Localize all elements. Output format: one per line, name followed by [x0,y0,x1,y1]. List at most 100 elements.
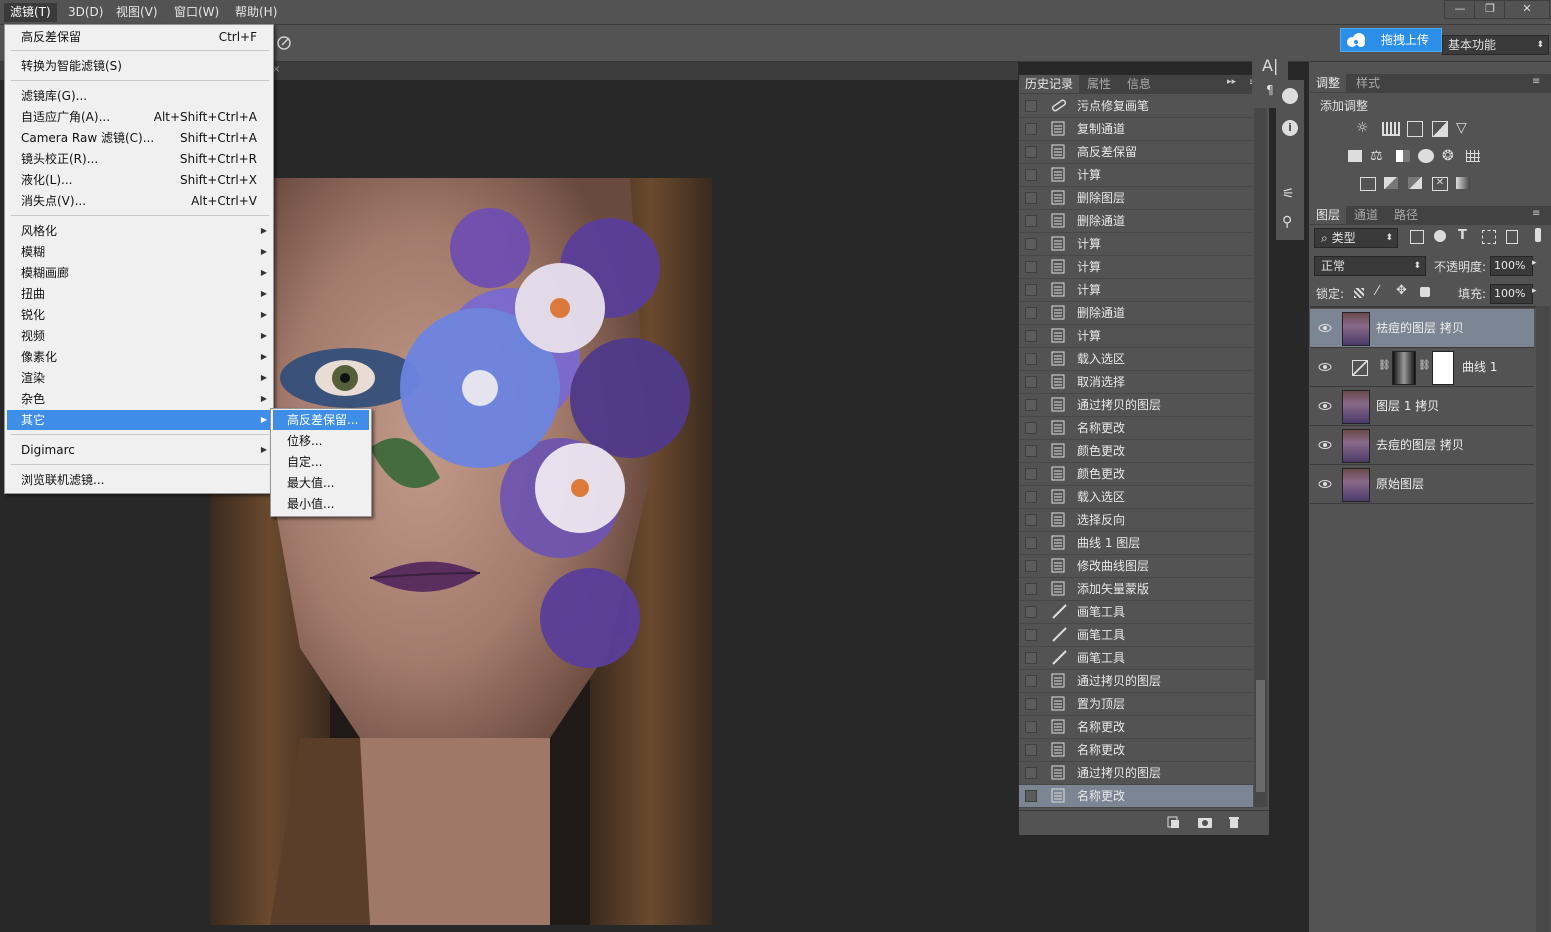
menu-filter[interactable]: 滤镜(T) [4,3,57,22]
levels-icon[interactable] [1382,122,1400,136]
layers-scrollbar[interactable] [1536,306,1550,932]
history-item[interactable]: 通过拷贝的图层 [1019,394,1253,417]
snapshot-source-checkbox[interactable] [1025,629,1037,641]
eye-icon[interactable] [1318,399,1332,413]
camera-icon[interactable] [1197,815,1213,829]
workspace-select[interactable]: 基本功能 ⬍ [1442,35,1549,55]
menu-item-lens-correction[interactable]: 镜头校正(R)... Shift+Ctrl+R [7,149,271,169]
minimize-button[interactable]: — [1444,0,1476,19]
hue-saturation-icon[interactable] [1348,150,1362,162]
collapse-icon[interactable]: ▸▸ [1227,77,1236,87]
tab-adjustments[interactable]: 调整 [1310,74,1347,92]
invert-icon[interactable] [1360,177,1376,191]
menu-item-liquify[interactable]: 液化(L)... Shift+Ctrl+X [7,170,271,190]
upload-button[interactable]: 拖拽上传 [1340,28,1442,52]
menu-item-camera-raw[interactable]: Camera Raw 滤镜(C)... Shift+Ctrl+A [7,128,271,148]
swatches-icon[interactable] [1282,88,1298,104]
menu-item-digimarc[interactable]: Digimarc ▶ [7,440,271,460]
menu-item-last-filter[interactable]: 高反差保留 Ctrl+F [7,27,271,47]
history-item[interactable]: 计算 [1019,325,1253,348]
gradient-map-icon[interactable] [1456,177,1470,189]
snapshot-source-checkbox[interactable] [1025,468,1037,480]
brush-tool-icon[interactable] [276,35,292,51]
tab-paths[interactable]: 路径 [1388,206,1424,224]
color-lookup-icon[interactable] [1466,150,1480,162]
history-item[interactable]: 名称更改 [1019,739,1253,762]
filter-shape-icon[interactable] [1482,230,1496,244]
menu-item-filter-gallery[interactable]: 滤镜库(G)... [7,86,271,106]
history-item[interactable]: 画笔工具 [1019,601,1253,624]
history-item[interactable]: 复制通道 [1019,118,1253,141]
layer-mask-thumbnail[interactable] [1392,351,1416,385]
curves-icon[interactable] [1407,121,1423,137]
history-item[interactable]: 删除通道 [1019,302,1253,325]
snapshot-source-checkbox[interactable] [1025,100,1037,112]
snapshot-source-checkbox[interactable] [1025,445,1037,457]
history-item[interactable]: 计算 [1019,256,1253,279]
panel-menu-icon[interactable]: ≡ [1532,76,1540,87]
history-item[interactable]: 颜色更改 [1019,440,1253,463]
menu-item-vanishing-point[interactable]: 消失点(V)... Alt+Ctrl+V [7,191,271,211]
eye-icon[interactable] [1318,321,1332,335]
snapshot-source-checkbox[interactable] [1025,721,1037,733]
history-item[interactable]: 颜色更改 [1019,463,1253,486]
submenu-item-custom[interactable]: 自定... [273,452,369,472]
adjustments-sliders-icon[interactable]: ⚟ [1282,186,1295,202]
color-balance-icon[interactable]: ⚖ [1370,148,1383,164]
filter-adjustment-icon[interactable] [1434,230,1446,242]
info-icon[interactable]: i [1282,120,1298,136]
close-button[interactable]: ✕ [1504,0,1550,19]
menu-item-render[interactable]: 渲染 ▶ [7,368,271,388]
menu-item-video[interactable]: 视频 ▶ [7,326,271,346]
history-item[interactable]: 取消选择 [1019,371,1253,394]
menu-item-browse-online-filters[interactable]: 浏览联机滤镜... [7,470,271,490]
menu-item-blur-gallery[interactable]: 模糊画廊 ▶ [7,263,271,283]
tab-properties[interactable]: 属性 [1081,75,1117,93]
history-item[interactable]: 置为顶层 [1019,693,1253,716]
filter-type-icon[interactable]: T [1458,228,1467,243]
snapshot-source-checkbox[interactable] [1025,353,1037,365]
menu-window[interactable]: 窗口(W) [168,3,225,22]
submenu-item-offset[interactable]: 位移... [273,431,369,451]
submenu-item-maximum[interactable]: 最大值... [273,473,369,493]
snapshot-source-checkbox[interactable] [1025,376,1037,388]
history-item[interactable]: 高反差保留 [1019,141,1253,164]
tab-styles[interactable]: 样式 [1350,74,1386,92]
snapshot-source-checkbox[interactable] [1025,790,1037,802]
eye-icon[interactable] [1318,438,1332,452]
history-item[interactable]: 选择反向 [1019,509,1253,532]
eye-icon[interactable] [1318,360,1332,374]
vibrance-icon[interactable]: ▽ [1456,120,1467,136]
menu-item-pixelate[interactable]: 像素化 ▶ [7,347,271,367]
posterize-icon[interactable] [1384,177,1398,189]
panel-menu-icon[interactable]: ≡ [1532,208,1540,219]
layer-row-adjustment[interactable]: ⛓ ⛓ 曲线 1 [1310,348,1534,387]
lock-all-icon[interactable] [1420,287,1430,297]
layer-row[interactable]: 原始图层 [1310,465,1534,504]
paragraph-panel-icon[interactable]: ¶ [1266,83,1274,97]
snapshot-source-checkbox[interactable] [1025,537,1037,549]
history-item[interactable]: 通过拷贝的图层 [1019,762,1253,785]
layer-row[interactable]: 图层 1 拷贝 [1310,387,1534,426]
image-canvas[interactable] [210,178,712,925]
snapshot-source-checkbox[interactable] [1025,767,1037,779]
snapshot-source-checkbox[interactable] [1025,652,1037,664]
tab-channels[interactable]: 通道 [1348,206,1384,224]
history-item[interactable]: 添加矢量蒙版 [1019,578,1253,601]
exposure-icon[interactable] [1432,121,1448,137]
submenu-item-minimum[interactable]: 最小值... [273,494,369,514]
vector-mask-thumbnail[interactable] [1432,351,1454,385]
history-item[interactable]: 名称更改 [1019,716,1253,739]
snapshot-source-checkbox[interactable] [1025,284,1037,296]
layer-row[interactable]: 去痘的图层 拷贝 [1310,426,1534,465]
filter-toggle[interactable] [1535,228,1541,242]
snapshot-source-checkbox[interactable] [1025,399,1037,411]
trash-icon[interactable] [1227,814,1241,829]
filter-smart-object-icon[interactable] [1506,230,1518,244]
snapshot-source-checkbox[interactable] [1025,146,1037,158]
restore-button[interactable]: ❐ [1474,0,1506,19]
history-item[interactable]: 曲线 1 图层 [1019,532,1253,555]
link-icon[interactable]: ⛓ [1378,360,1391,371]
snapshot-source-checkbox[interactable] [1025,330,1037,342]
history-item[interactable]: 画笔工具 [1019,624,1253,647]
